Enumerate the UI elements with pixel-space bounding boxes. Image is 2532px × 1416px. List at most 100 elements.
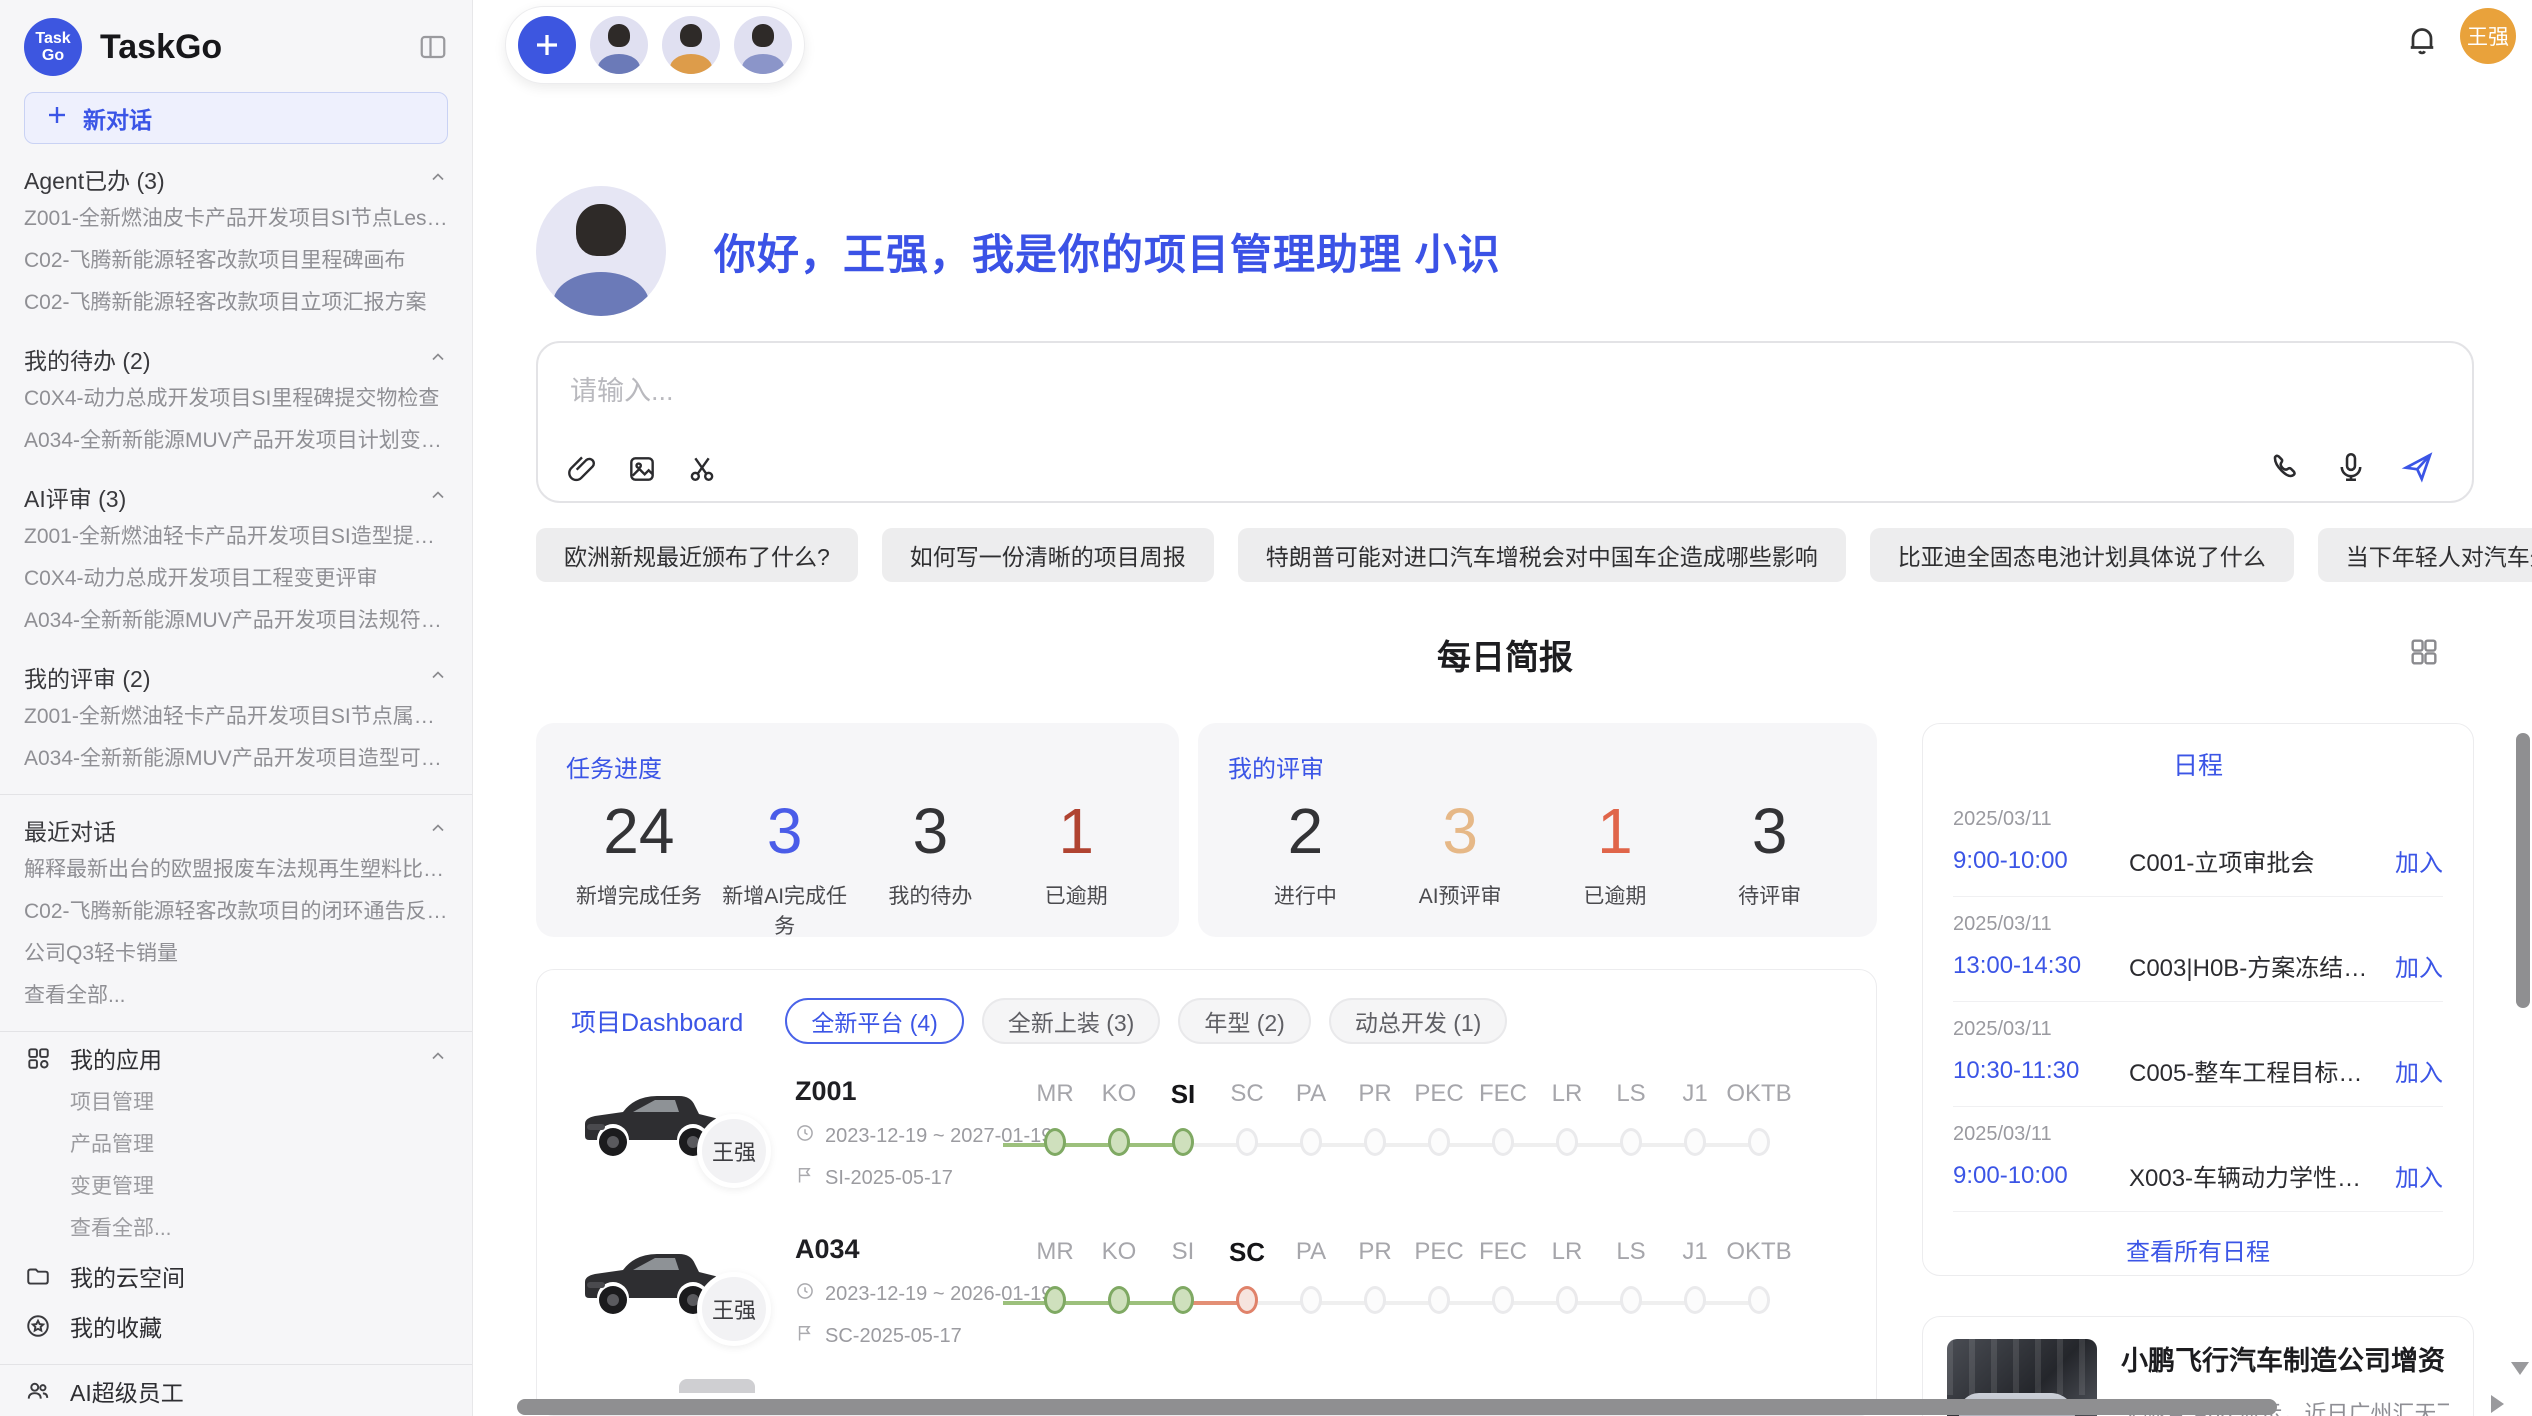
milestone-dot	[1620, 1286, 1642, 1314]
my-apps-child-item[interactable]: 查看全部...	[24, 1208, 448, 1250]
app-title: TaskGo	[100, 28, 418, 67]
milestone-dot	[1492, 1128, 1514, 1156]
sidebar-item[interactable]: A034-全新新能源MUV产品开发项目计划变更表编写	[24, 420, 448, 462]
milestone-dot	[1748, 1128, 1770, 1156]
milestone-label: KO	[1102, 1232, 1137, 1272]
stat-label: 新增完成任务	[566, 880, 712, 910]
sidebar-item[interactable]: C0X4-动力总成开发项目工程变更评审	[24, 558, 448, 600]
sidebar-item[interactable]: A034-全新新能源MUV产品开发项目法规符合性评审	[24, 600, 448, 642]
clock-icon	[795, 1281, 815, 1307]
milestone-dot	[1300, 1128, 1322, 1156]
dashboard-tab[interactable]: 全新上装 (3)	[982, 998, 1161, 1044]
sidebar-item-people[interactable]: AI超级员工	[24, 1367, 448, 1415]
sidebar-section-header[interactable]: Agent已办 (3)	[24, 160, 448, 198]
schedule-view-all[interactable]: 查看所有日程	[1953, 1232, 2443, 1267]
divider	[0, 794, 472, 795]
recent-view-all[interactable]: 查看全部...	[24, 975, 448, 1017]
horizontal-scrollbar[interactable]	[517, 1399, 2277, 1415]
layout-grid-icon[interactable]	[2408, 636, 2440, 673]
milestone-dot	[1108, 1128, 1130, 1156]
new-chat-label: 新对话	[83, 101, 152, 135]
dashboard-tab[interactable]: 全新平台 (4)	[785, 998, 964, 1044]
my-apps-child-item[interactable]: 变更管理	[24, 1166, 448, 1208]
recent-conversation-item[interactable]: 公司Q3轻卡销量	[24, 933, 448, 975]
sidebar-item-favorites[interactable]: 我的收藏	[24, 1302, 448, 1350]
stat-label: AI预评审	[1383, 880, 1538, 910]
new-chat-button[interactable]: 新对话	[24, 92, 448, 144]
suggestion-chip[interactable]: 比亚迪全固态电池计划具体说了什么	[1870, 528, 2294, 582]
sidebar-item[interactable]: C02-飞腾新能源轻客改款项目立项汇报方案	[24, 282, 448, 324]
sidebar-section-recent[interactable]: 最近对话	[24, 811, 448, 849]
phone-icon[interactable]	[2268, 450, 2302, 484]
schedule-name: C003|H0B-方案冻结评审	[2129, 948, 2383, 983]
sidebar-item[interactable]: Z001-全新燃油轻卡产品开发项目SI节点属性5D文件评审	[24, 696, 448, 738]
image-icon[interactable]	[626, 453, 658, 485]
schedule-join-link[interactable]: 加入	[2395, 1158, 2443, 1193]
suggestion-chip[interactable]: 当下年轻人对汽车外观有怎样的喜好趋势	[2318, 528, 2532, 582]
conversation-avatar-2[interactable]	[662, 16, 720, 74]
milestone-dot	[1428, 1128, 1450, 1156]
schedule-join-link[interactable]: 加入	[2395, 843, 2443, 878]
dashboard-tab[interactable]: 年型 (2)	[1178, 998, 1311, 1044]
project-row[interactable]: 王强Z0012023-12-19 ~ 2027-01-19SI-2025-05-…	[537, 1044, 1876, 1202]
vertical-scrollbar[interactable]	[2516, 733, 2530, 1008]
suggestion-chip[interactable]: 欧洲新规最近颁布了什么?	[536, 528, 858, 582]
schedule-row: 9:00-10:00C001-立项审批会加入	[1953, 843, 2443, 878]
chevron-up-icon	[428, 484, 448, 511]
brief-card-title[interactable]: 任务进度	[566, 749, 1149, 784]
milestone-dot	[1044, 1286, 1066, 1314]
project-info: A0342023-12-19 ~ 2026-01-19SC-2025-05-17	[795, 1232, 1023, 1349]
suggestion-chip[interactable]: 如何写一份清晰的项目周报	[882, 528, 1214, 582]
suggestion-chip[interactable]: 特朗普可能对进口汽车增税会对中国车企造成哪些影响	[1238, 528, 1846, 582]
schedule-join-link[interactable]: 加入	[2395, 1053, 2443, 1088]
sidebar-item[interactable]: C02-飞腾新能源轻客改款项目里程碑画布	[24, 240, 448, 282]
milestone-dot	[1108, 1286, 1130, 1314]
scroll-down-arrow[interactable]	[2511, 1362, 2529, 1375]
chat-input-card	[536, 341, 2474, 503]
scissors-icon[interactable]	[686, 453, 718, 485]
news-title: 小鹏飞行汽车制造公司增资	[2121, 1339, 2449, 1378]
brief-stat: 3AI预评审	[1383, 786, 1538, 910]
new-conversation-button[interactable]	[518, 16, 576, 74]
conversation-avatar-1[interactable]	[590, 16, 648, 74]
sidebar-item-cloud-space[interactable]: 我的云空间	[24, 1252, 448, 1300]
my-apps-child-item[interactable]: 产品管理	[24, 1124, 448, 1166]
sidebar-section-header[interactable]: 我的评审 (2)	[24, 658, 448, 696]
schedule-item: 2025/03/119:00-10:00C001-立项审批会加入	[1953, 792, 2443, 897]
milestone-dot	[1172, 1286, 1194, 1314]
project-row[interactable]: 王强A0342023-12-19 ~ 2026-01-19SC-2025-05-…	[537, 1202, 1876, 1360]
schedule-join-link[interactable]: 加入	[2395, 948, 2443, 983]
brief-card-title[interactable]: 我的评审	[1228, 749, 1847, 784]
conversation-avatar-3[interactable]	[734, 16, 792, 74]
chat-input[interactable]	[568, 367, 2442, 431]
divider	[0, 1364, 472, 1365]
recent-conversation-item[interactable]: C02-飞腾新能源轻客改款项目的闭环通告反馈情况	[24, 891, 448, 933]
milestone-label: PR	[1358, 1074, 1391, 1114]
sidebar-section-header[interactable]: AI评审 (3)	[24, 478, 448, 516]
greeting-block: 你好，王强，我是你的项目管理助理 小识	[536, 186, 1501, 316]
collapse-sidebar-icon[interactable]	[418, 32, 448, 62]
microphone-icon[interactable]	[2334, 450, 2368, 484]
sidebar-item[interactable]: Z001-全新燃油轻卡产品开发项目SI造型提交物评审	[24, 516, 448, 558]
milestone: OKTB	[1727, 1074, 1791, 1156]
milestone-label: LS	[1616, 1074, 1645, 1114]
send-icon[interactable]	[2400, 449, 2436, 485]
sidebar-item-my-apps[interactable]: 我的应用	[24, 1034, 448, 1082]
logo-text-top: Task	[35, 30, 70, 47]
sidebar-section-header[interactable]: 我的待办 (2)	[24, 340, 448, 378]
schedule-item: 2025/03/1110:30-11:30C005-整车工程目标评审加入	[1953, 1002, 2443, 1107]
attachment-icon[interactable]	[566, 453, 598, 485]
milestone-dot	[1044, 1128, 1066, 1156]
sidebar-item[interactable]: Z001-全新燃油皮卡产品开发项目SI节点Lesson Learn报告	[24, 198, 448, 240]
sidebar-item[interactable]: C0X4-动力总成开发项目SI里程碑提交物检查	[24, 378, 448, 420]
sidebar-item[interactable]: A034-全新新能源MUV产品开发项目造型可行性评审	[24, 738, 448, 780]
milestone-label: J1	[1682, 1074, 1707, 1114]
milestone-label: PA	[1296, 1074, 1326, 1114]
scroll-right-arrow[interactable]	[2491, 1395, 2504, 1413]
dashboard-tab[interactable]: 动总开发 (1)	[1329, 998, 1508, 1044]
notification-bell-icon[interactable]	[2404, 22, 2440, 63]
user-avatar[interactable]: 王强	[2460, 8, 2516, 64]
my-apps-child-item[interactable]: 项目管理	[24, 1082, 448, 1124]
schedule-item: 2025/03/1113:00-14:30C003|H0B-方案冻结评审加入	[1953, 897, 2443, 1002]
recent-conversation-item[interactable]: 解释最新出台的欧盟报废车法规再生塑料比例被调至15%...	[24, 849, 448, 891]
